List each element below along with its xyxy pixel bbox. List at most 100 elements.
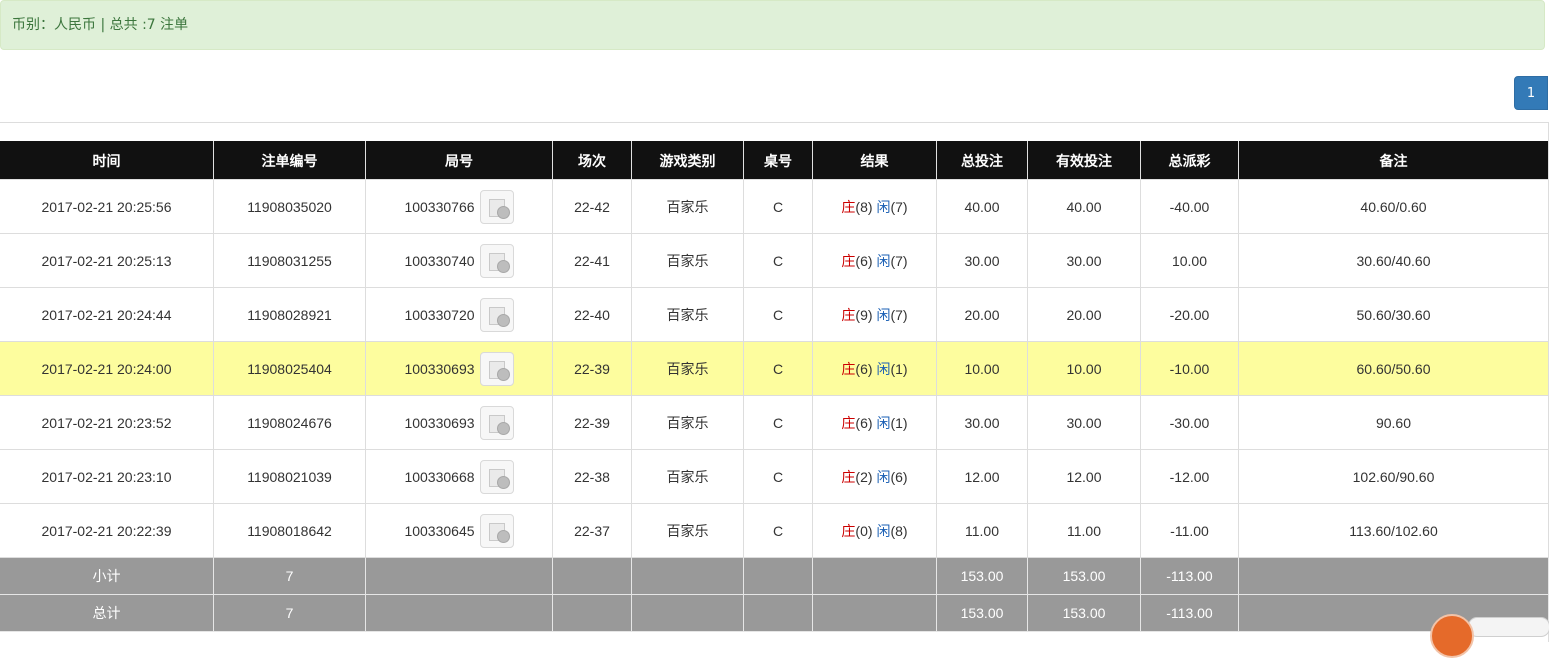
cell-result: 庄(6) 闲(1) bbox=[812, 341, 937, 396]
cell-payout: 10.00 bbox=[1140, 233, 1239, 288]
round-number: 100330645 bbox=[404, 522, 475, 539]
banker-points: (9) bbox=[855, 306, 873, 323]
cell-table-no: C bbox=[743, 395, 813, 450]
cell-table-no: C bbox=[743, 449, 813, 504]
video-replay-icon[interactable] bbox=[479, 189, 514, 224]
cell-payout: -20.00 bbox=[1140, 287, 1239, 342]
player-points: (8) bbox=[890, 522, 908, 539]
col-header-total-bet: 总投注 bbox=[936, 141, 1028, 180]
cell-valid-bet: 30.00 bbox=[1027, 233, 1141, 288]
cell-result: 庄(9) 闲(7) bbox=[812, 287, 937, 342]
cell-bet-id: 11908021039 bbox=[213, 449, 366, 504]
cell-bet-id: 11908028921 bbox=[213, 287, 366, 342]
cell-time: 2017-02-21 20:22:39 bbox=[0, 503, 214, 558]
col-header-payout: 总派彩 bbox=[1140, 141, 1239, 180]
subtotal-payout: -113.00 bbox=[1140, 557, 1239, 595]
cell-shoe: 22-37 bbox=[552, 503, 632, 558]
player-points: (7) bbox=[890, 198, 908, 215]
cell-payout: -11.00 bbox=[1140, 503, 1239, 558]
video-replay-icon[interactable] bbox=[479, 513, 514, 548]
cell-time: 2017-02-21 20:24:44 bbox=[0, 287, 214, 342]
cell-total-bet: 30.00 bbox=[936, 233, 1028, 288]
cell-time: 2017-02-21 20:25:13 bbox=[0, 233, 214, 288]
col-header-table-no: 桌号 bbox=[743, 141, 813, 180]
subtotal-total-bet: 153.00 bbox=[936, 557, 1028, 595]
cell-game-type: 百家乐 bbox=[631, 341, 744, 396]
cell-shoe: 22-38 bbox=[552, 449, 632, 504]
cell-remark: 102.60/90.60 bbox=[1238, 449, 1549, 504]
cell-game-type: 百家乐 bbox=[631, 503, 744, 558]
grand-total-count: 7 bbox=[213, 594, 366, 632]
cell-remark: 50.60/30.60 bbox=[1238, 287, 1549, 342]
cell-round: 100330693 bbox=[365, 395, 553, 450]
table-row: 2017-02-21 20:23:10 11908021039 100330668 2… bbox=[0, 449, 1549, 504]
col-header-game-type: 游戏类别 bbox=[631, 141, 744, 180]
cell-total-bet: 10.00 bbox=[936, 341, 1028, 396]
cell-shoe: 22-40 bbox=[552, 287, 632, 342]
cell-time: 2017-02-21 20:25:56 bbox=[0, 179, 214, 234]
cell-game-type: 百家乐 bbox=[631, 395, 744, 450]
cell-total-bet: 20.00 bbox=[936, 287, 1028, 342]
col-header-result: 结果 bbox=[812, 141, 937, 180]
grand-total-empty-cell bbox=[552, 594, 632, 632]
cell-result: 庄(8) 闲(7) bbox=[812, 179, 937, 234]
cell-round: 100330645 bbox=[365, 503, 553, 558]
grand-total-empty-cell bbox=[631, 594, 744, 632]
col-header-shoe: 场次 bbox=[552, 141, 632, 180]
player-points: (1) bbox=[890, 360, 908, 377]
cell-total-bet: 12.00 bbox=[936, 449, 1028, 504]
cell-round: 100330720 bbox=[365, 287, 553, 342]
cell-shoe: 22-39 bbox=[552, 341, 632, 396]
video-replay-icon[interactable] bbox=[479, 297, 514, 332]
floating-widget-pill bbox=[1468, 617, 1549, 637]
floating-help-widget[interactable] bbox=[1428, 612, 1549, 658]
banker-points: (0) bbox=[855, 522, 873, 539]
subtotal-valid-bet: 153.00 bbox=[1027, 557, 1141, 595]
replay-reel-shape bbox=[496, 313, 510, 327]
grand-total-row: 总计 7 153.00 153.00 -113.00 bbox=[0, 594, 1549, 632]
player-points: (7) bbox=[890, 252, 908, 269]
bet-records-table: 时间 注单编号 局号 场次 游戏类别 桌号 结果 总投注 有效投注 总派彩 备注… bbox=[0, 141, 1549, 632]
cell-time: 2017-02-21 20:23:10 bbox=[0, 449, 214, 504]
table-body: 2017-02-21 20:25:56 11908035020 100330766 2… bbox=[0, 179, 1549, 558]
currency-summary-alert: 币别：人民币 | 总共 :7 注单 bbox=[0, 0, 1545, 50]
round-number: 100330766 bbox=[404, 198, 475, 215]
cell-table-no: C bbox=[743, 503, 813, 558]
replay-reel-shape bbox=[496, 529, 510, 543]
player-points: (6) bbox=[890, 468, 908, 485]
video-replay-icon[interactable] bbox=[479, 459, 514, 494]
col-header-time: 时间 bbox=[0, 141, 214, 180]
cell-payout: -30.00 bbox=[1140, 395, 1239, 450]
round-number: 100330693 bbox=[404, 360, 475, 377]
cell-remark: 40.60/0.60 bbox=[1238, 179, 1549, 234]
cell-payout: -10.00 bbox=[1140, 341, 1239, 396]
subtotal-empty-cell bbox=[812, 557, 937, 595]
video-replay-icon[interactable] bbox=[479, 351, 514, 386]
cell-result: 庄(0) 闲(8) bbox=[812, 503, 937, 558]
video-replay-icon[interactable] bbox=[479, 243, 514, 278]
cell-game-type: 百家乐 bbox=[631, 449, 744, 504]
banker-points: (6) bbox=[855, 414, 873, 431]
grand-total-label: 总计 bbox=[0, 594, 214, 632]
replay-reel-shape bbox=[496, 205, 510, 219]
replay-reel-shape bbox=[496, 475, 510, 489]
round-number: 100330720 bbox=[404, 306, 475, 323]
banker-label: 庄 bbox=[841, 468, 856, 485]
cell-remark: 113.60/102.60 bbox=[1238, 503, 1549, 558]
player-points: (7) bbox=[890, 306, 908, 323]
video-replay-icon[interactable] bbox=[479, 405, 514, 440]
player-label: 闲 bbox=[876, 522, 891, 539]
player-label: 闲 bbox=[876, 306, 891, 323]
col-header-bet-id: 注单编号 bbox=[213, 141, 366, 180]
player-label: 闲 bbox=[876, 360, 891, 377]
cell-valid-bet: 12.00 bbox=[1027, 449, 1141, 504]
floating-widget-ball-icon bbox=[1430, 614, 1474, 658]
page-button-1[interactable]: 1 bbox=[1514, 76, 1548, 110]
cell-game-type: 百家乐 bbox=[631, 287, 744, 342]
table-row: 2017-02-21 20:24:44 11908028921 100330720 2… bbox=[0, 287, 1549, 342]
cell-remark: 60.60/50.60 bbox=[1238, 341, 1549, 396]
cell-valid-bet: 11.00 bbox=[1027, 503, 1141, 558]
table-row: 2017-02-21 20:25:56 11908035020 100330766 2… bbox=[0, 179, 1549, 234]
subtotal-empty-cell bbox=[631, 557, 744, 595]
cell-total-bet: 30.00 bbox=[936, 395, 1028, 450]
